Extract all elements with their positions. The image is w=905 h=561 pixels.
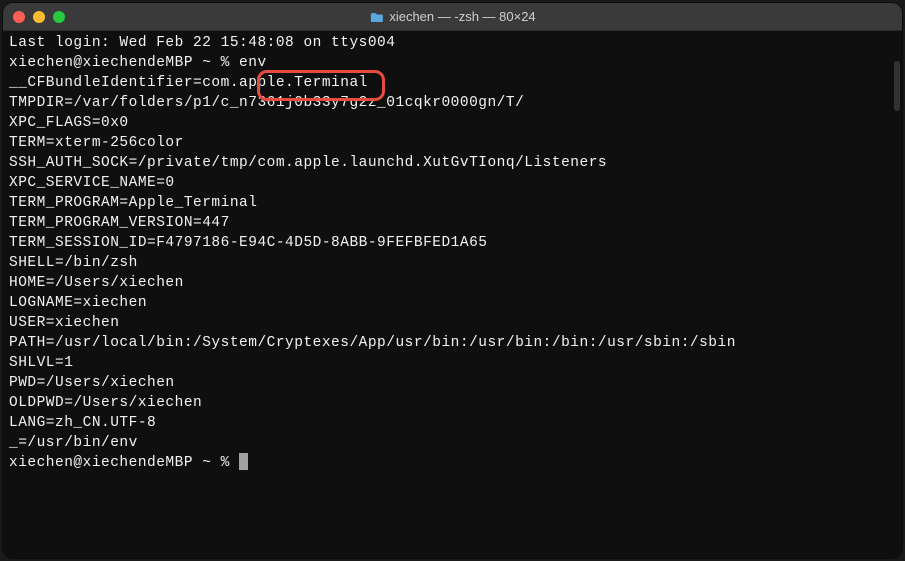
prompt-user-host: xiechen@xiechendeMBP xyxy=(9,455,193,471)
env-line: PATH=/usr/local/bin:/System/Cryptexes/Ap… xyxy=(9,333,896,353)
prompt-line-1: xiechen@xiechendeMBP ~ % env xyxy=(9,53,896,73)
env-line: XPC_FLAGS=0x0 xyxy=(9,113,896,133)
env-line: XPC_SERVICE_NAME=0 xyxy=(9,173,896,193)
prompt-path: ~ xyxy=(202,455,211,471)
terminal-window: xiechen — -zsh — 80×24 Last login: Wed F… xyxy=(3,3,902,558)
env-line: LOGNAME=xiechen xyxy=(9,293,896,313)
window-title: xiechen — -zsh — 80×24 xyxy=(369,9,535,24)
env-line: SSH_AUTH_SOCK=/private/tmp/com.apple.lau… xyxy=(9,153,896,173)
folder-icon xyxy=(369,11,383,22)
prompt-path: ~ xyxy=(202,55,211,71)
env-line: SHELL=/bin/zsh xyxy=(9,253,896,273)
env-line: TMPDIR=/var/folders/p1/c_n7361j0b33y7g2z… xyxy=(9,93,896,113)
terminal-body[interactable]: Last login: Wed Feb 22 15:48:08 on ttys0… xyxy=(3,31,902,558)
cursor xyxy=(239,453,248,470)
env-line: TERM=xterm-256color xyxy=(9,133,896,153)
env-line: USER=xiechen xyxy=(9,313,896,333)
env-output: __CFBundleIdentifier=com.apple.TerminalT… xyxy=(9,73,896,453)
env-line: SHLVL=1 xyxy=(9,353,896,373)
env-line: PWD=/Users/xiechen xyxy=(9,373,896,393)
scrollbar[interactable] xyxy=(894,61,900,111)
env-line: TERM_PROGRAM=Apple_Terminal xyxy=(9,193,896,213)
titlebar: xiechen — -zsh — 80×24 xyxy=(3,3,902,31)
command-text: env xyxy=(239,55,267,71)
env-line: LANG=zh_CN.UTF-8 xyxy=(9,413,896,433)
env-line: HOME=/Users/xiechen xyxy=(9,273,896,293)
env-line: _=/usr/bin/env xyxy=(9,433,896,453)
env-line: TERM_SESSION_ID=F4797186-E94C-4D5D-8ABB-… xyxy=(9,233,896,253)
maximize-icon[interactable] xyxy=(53,11,65,23)
last-login-line: Last login: Wed Feb 22 15:48:08 on ttys0… xyxy=(9,33,896,53)
prompt-user-host: xiechen@xiechendeMBP xyxy=(9,55,193,71)
env-line: __CFBundleIdentifier=com.apple.Terminal xyxy=(9,73,896,93)
env-line: TERM_PROGRAM_VERSION=447 xyxy=(9,213,896,233)
minimize-icon[interactable] xyxy=(33,11,45,23)
traffic-lights xyxy=(13,11,65,23)
close-icon[interactable] xyxy=(13,11,25,23)
prompt-symbol: % xyxy=(221,455,230,471)
env-line: OLDPWD=/Users/xiechen xyxy=(9,393,896,413)
prompt-symbol: % xyxy=(221,55,230,71)
window-title-text: xiechen — -zsh — 80×24 xyxy=(389,9,535,24)
prompt-line-2: xiechen@xiechendeMBP ~ % xyxy=(9,453,896,473)
